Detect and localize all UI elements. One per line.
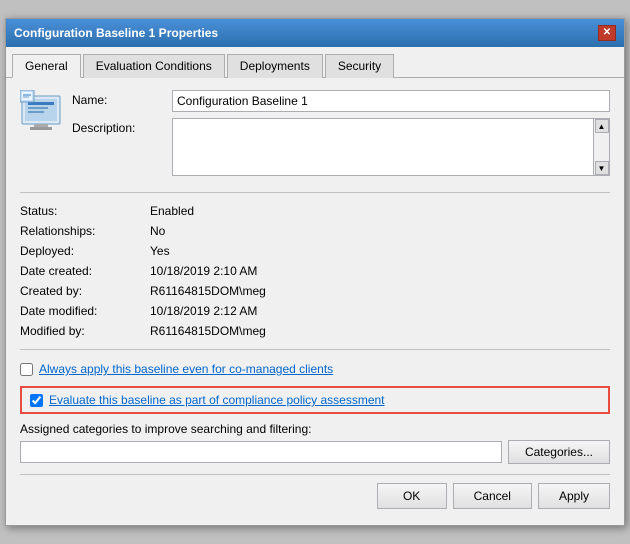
relationships-label: Relationships: [20, 223, 150, 239]
tab-security[interactable]: Security [325, 54, 394, 78]
top-section: Name: Description: ▲ ▼ [20, 90, 610, 182]
scroll-up-btn[interactable]: ▲ [595, 119, 609, 133]
categories-input-row: Categories... [20, 440, 610, 464]
name-label: Name: [72, 90, 172, 107]
scroll-down-btn[interactable]: ▼ [595, 161, 609, 175]
modified-by-value: R61164815DOM\meg [150, 323, 610, 339]
categories-button[interactable]: Categories... [508, 440, 610, 464]
info-grid: Status: Enabled Relationships: No Deploy… [20, 203, 610, 339]
status-value: Enabled [150, 203, 610, 219]
apply-button[interactable]: Apply [538, 483, 610, 509]
title-bar-buttons: ✕ [598, 25, 616, 41]
description-field-wrapper: ▲ ▼ [172, 118, 610, 176]
evaluate-checkbox[interactable] [30, 394, 43, 407]
description-textarea-wrapper: ▲ ▼ [172, 118, 610, 176]
evaluate-highlight-box: Evaluate this baseline as part of compli… [20, 386, 610, 414]
ok-button[interactable]: OK [377, 483, 447, 509]
created-by-label: Created by: [20, 283, 150, 299]
name-description-section: Name: Description: ▲ ▼ [72, 90, 610, 182]
config-icon [20, 90, 62, 132]
divider-1 [20, 192, 610, 193]
close-button[interactable]: ✕ [598, 25, 616, 41]
description-row: Description: ▲ ▼ [72, 118, 610, 176]
tab-deployments[interactable]: Deployments [227, 54, 323, 78]
divider-2 [20, 349, 610, 350]
always-apply-checkbox[interactable] [20, 363, 33, 376]
description-label: Description: [72, 118, 172, 135]
window-title: Configuration Baseline 1 Properties [14, 26, 218, 40]
cancel-button[interactable]: Cancel [453, 483, 532, 509]
deployed-label: Deployed: [20, 243, 150, 259]
categories-label: Assigned categories to improve searching… [20, 422, 610, 436]
date-modified-value: 10/18/2019 2:12 AM [150, 303, 610, 319]
relationships-value: No [150, 223, 610, 239]
created-by-value: R61164815DOM\meg [150, 283, 610, 299]
always-apply-row: Always apply this baseline even for co-m… [20, 360, 610, 378]
evaluate-label[interactable]: Evaluate this baseline as part of compli… [49, 393, 385, 407]
main-window: Configuration Baseline 1 Properties ✕ Ge… [5, 18, 625, 526]
categories-section: Assigned categories to improve searching… [20, 422, 610, 464]
name-field-wrapper [172, 90, 610, 112]
tab-general[interactable]: General [12, 54, 81, 78]
button-row: OK Cancel Apply [20, 483, 610, 513]
date-created-value: 10/18/2019 2:10 AM [150, 263, 610, 279]
always-apply-label[interactable]: Always apply this baseline even for co-m… [39, 362, 333, 376]
date-created-label: Date created: [20, 263, 150, 279]
bottom-divider [20, 474, 610, 475]
name-input[interactable] [172, 90, 610, 112]
tab-evaluation-conditions[interactable]: Evaluation Conditions [83, 54, 225, 78]
title-bar: Configuration Baseline 1 Properties ✕ [6, 19, 624, 47]
deployed-value: Yes [150, 243, 610, 259]
content-area: Name: Description: ▲ ▼ [6, 78, 624, 525]
modified-by-label: Modified by: [20, 323, 150, 339]
description-textarea[interactable] [173, 119, 593, 175]
name-row: Name: [72, 90, 610, 112]
status-label: Status: [20, 203, 150, 219]
tab-bar: General Evaluation Conditions Deployment… [6, 47, 624, 78]
date-modified-label: Date modified: [20, 303, 150, 319]
description-scrollbar: ▲ ▼ [593, 119, 609, 175]
categories-input[interactable] [20, 441, 502, 463]
